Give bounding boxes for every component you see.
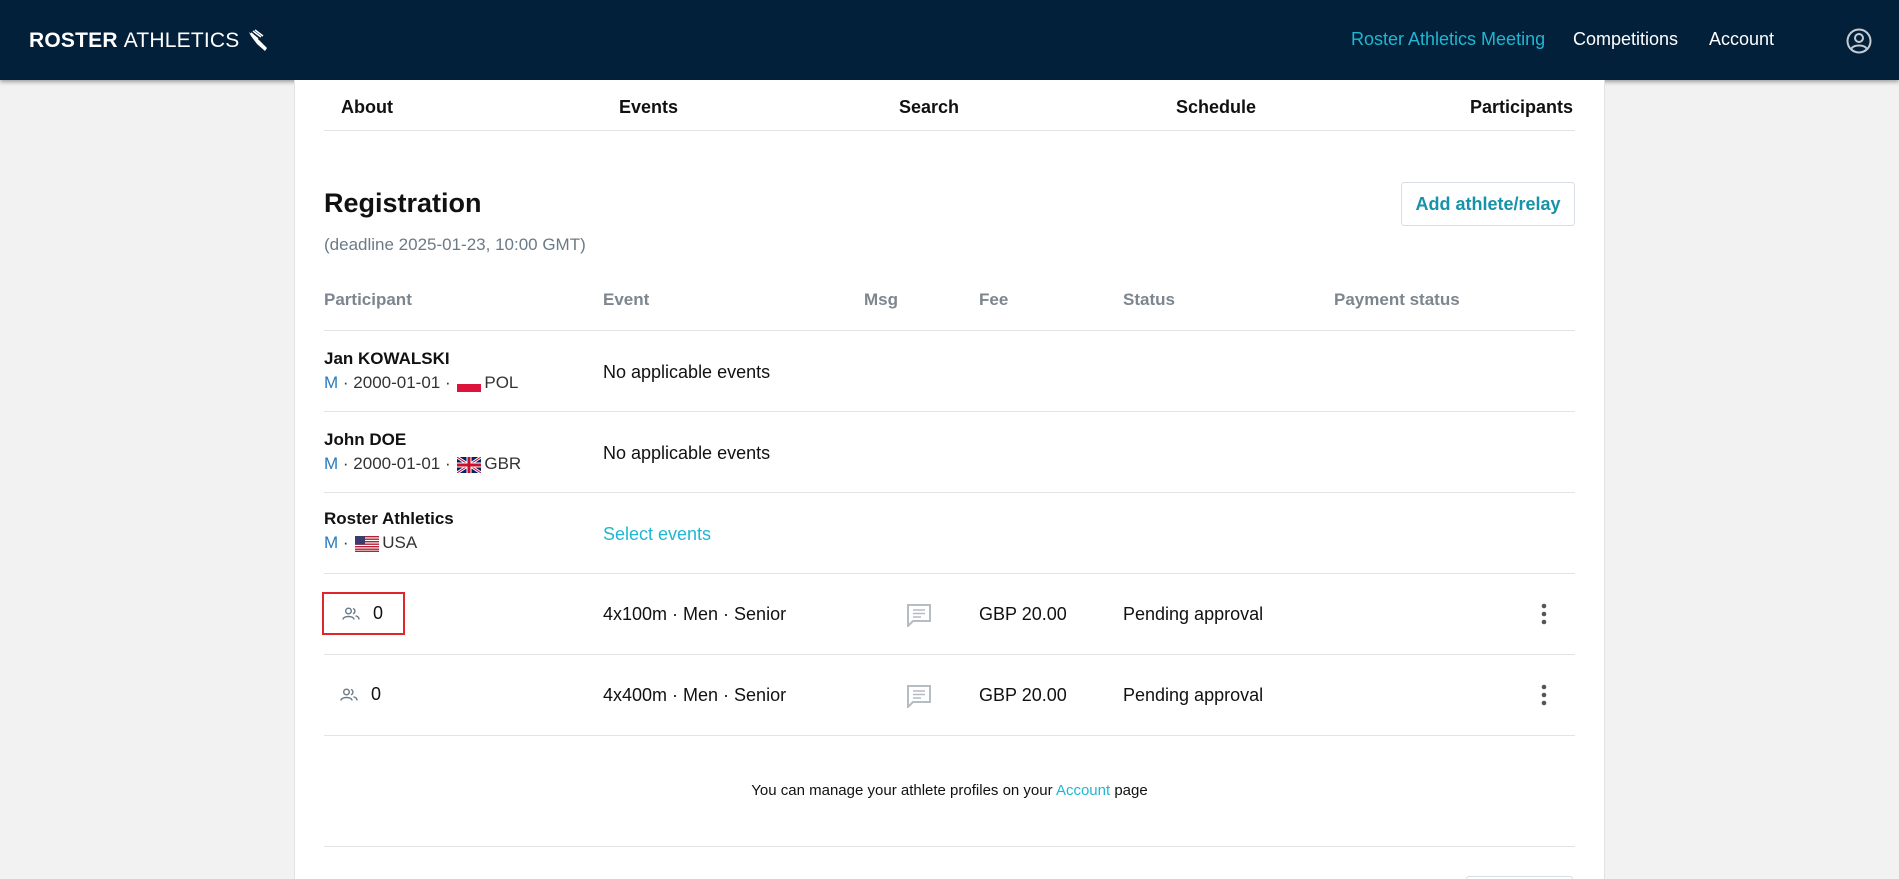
account-page-link[interactable]: Account	[1056, 782, 1110, 799]
message-icon[interactable]	[906, 684, 932, 708]
athlete-name[interactable]: Jan KOWALSKI	[324, 349, 450, 369]
more-options-icon[interactable]	[1540, 684, 1548, 706]
relay-member-count: 0	[371, 684, 382, 704]
relay-fee: GBP 20.00	[979, 604, 1067, 624]
athlete-country: USA	[382, 533, 418, 552]
athlete-dob: 2000-01-01	[353, 454, 441, 473]
user-account-icon[interactable]	[1846, 28, 1872, 54]
header-payment-status: Payment status	[1334, 290, 1460, 309]
nav-link-account[interactable]: Account	[1709, 29, 1774, 50]
relay-members-button[interactable]: 0	[322, 673, 405, 716]
registration-deadline: (deadline 2025-01-23, 10:00 GMT)	[324, 235, 586, 254]
divider	[324, 846, 1575, 847]
athlete-event: No applicable events	[603, 362, 771, 382]
athlete-event: No applicable events	[603, 443, 771, 463]
relay-event: 4x100m · Men · Senior	[603, 604, 787, 624]
add-athlete-relay-button[interactable]: Add athlete/relay	[1401, 182, 1575, 226]
relay-event: 4x400m · Men · Senior	[603, 685, 787, 705]
athlete-sex: M	[324, 373, 339, 392]
tab-about[interactable]: About	[341, 97, 393, 118]
account-manage-note: You can manage your athlete profiles on …	[751, 782, 1148, 799]
athlete-sex: M	[324, 533, 339, 552]
tab-participants[interactable]: Participants	[1470, 97, 1573, 118]
athlete-country: GBR	[484, 454, 522, 473]
registration-title: Registration	[324, 188, 482, 218]
divider	[324, 411, 1575, 412]
relay-status: Pending approval	[1123, 685, 1264, 705]
winged-shoe-icon	[249, 29, 268, 51]
logo-light-text: ATHLETICS	[123, 29, 240, 52]
athlete-sex: M	[324, 454, 339, 473]
divider	[324, 573, 1575, 574]
athlete-meta: M · USA	[324, 533, 418, 552]
top-navigation-bar: ROSTER ATHLETICS Roster Athletics Meetin…	[0, 0, 1899, 80]
athlete-country: POL	[484, 373, 519, 392]
athlete-dob: 2000-01-01	[353, 373, 441, 392]
more-options-icon[interactable]	[1540, 603, 1548, 625]
message-icon[interactable]	[906, 603, 932, 627]
relay-fee: GBP 20.00	[979, 685, 1067, 705]
relay-members-button[interactable]: 0	[322, 592, 405, 635]
nav-link-meeting[interactable]: Roster Athletics Meeting	[1351, 29, 1545, 50]
header-fee: Fee	[979, 290, 1009, 309]
athlete-meta: M · 2000-01-01 · POL	[324, 373, 519, 392]
group-icon	[342, 607, 360, 620]
roster-athletics-logo[interactable]: ROSTER ATHLETICS	[29, 28, 271, 54]
relay-member-count: 0	[373, 603, 384, 623]
group-icon	[340, 688, 358, 701]
header-event: Event	[603, 290, 650, 309]
divider	[324, 735, 1575, 736]
divider	[324, 654, 1575, 655]
header-participant: Participant	[324, 290, 412, 309]
header-msg: Msg	[864, 290, 898, 309]
flag-poland-icon	[457, 376, 482, 392]
flag-uk-icon	[457, 457, 482, 473]
athlete-name[interactable]: Roster Athletics	[324, 509, 454, 529]
competition-tabs: About Events Search Schedule Participant…	[324, 80, 1575, 131]
logo-bold-text: ROSTER	[29, 29, 118, 52]
athlete-name[interactable]: John DOE	[324, 430, 406, 450]
tab-events[interactable]: Events	[619, 97, 678, 118]
header-status: Status	[1123, 290, 1175, 309]
relay-status: Pending approval	[1123, 604, 1264, 624]
divider	[324, 330, 1575, 331]
athlete-meta: M · 2000-01-01 · GBR	[324, 454, 522, 473]
flag-usa-icon	[355, 536, 380, 552]
tab-schedule[interactable]: Schedule	[1176, 97, 1256, 118]
select-events-link[interactable]: Select events	[603, 524, 711, 545]
nav-link-competitions[interactable]: Competitions	[1573, 29, 1678, 50]
tab-search[interactable]: Search	[899, 97, 959, 118]
divider	[324, 492, 1575, 493]
